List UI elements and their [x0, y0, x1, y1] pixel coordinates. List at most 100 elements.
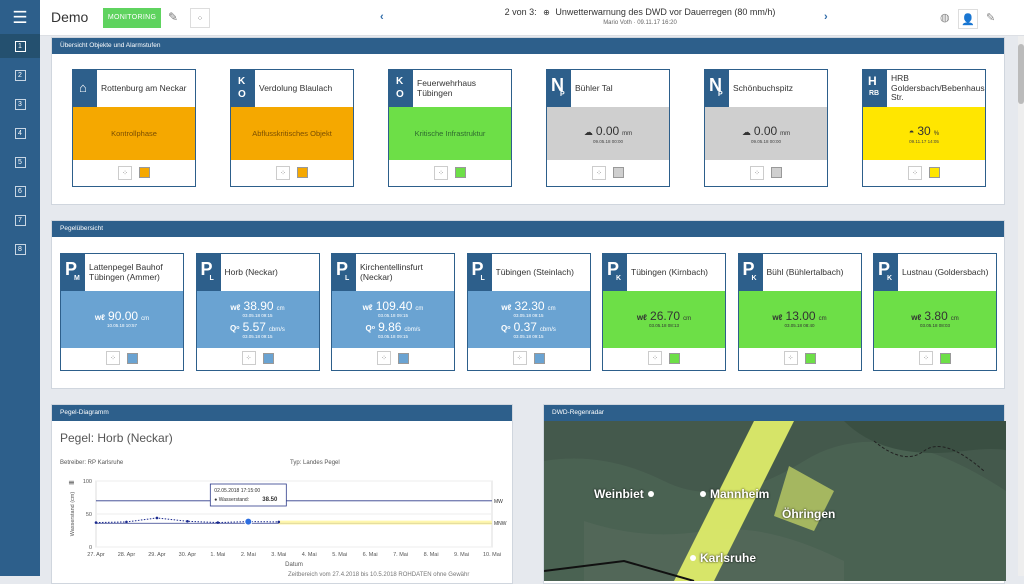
- notes-edit-icon[interactable]: ✎: [986, 11, 995, 24]
- scroll-thumb[interactable]: [1018, 44, 1024, 104]
- water-level-icon: wℓ: [636, 313, 648, 322]
- object-name: Feuerwehrhaus Tübingen: [417, 77, 477, 98]
- object-unit: mm: [622, 130, 633, 137]
- sidebar-item-4[interactable]: 4: [0, 121, 40, 145]
- x-tick-label: 1. Mai: [210, 552, 225, 558]
- gauge-card[interactable]: P K Tübingen (Kirnbach) wℓ 26.70 cm 03.05.18 0…: [602, 253, 726, 371]
- water-level-unit: cm: [818, 316, 827, 322]
- scrollbar[interactable]: [1018, 36, 1024, 576]
- water-level-chart[interactable]: 0 50 100 27. Apr 28. Apr 29. Apr 30. Apr 1. Mai…: [52, 469, 512, 579]
- card-footer: ⁘: [739, 346, 861, 370]
- data-point: [216, 521, 220, 524]
- data-point: [277, 520, 281, 524]
- alert-subtitle: Mario Voth · 09.11.17 16:20: [603, 20, 677, 26]
- sidebar-item-2[interactable]: 2: [0, 63, 40, 87]
- layers-icon[interactable]: ⁘: [106, 351, 120, 365]
- layers-icon[interactable]: ⁘: [434, 165, 448, 180]
- layers-icon[interactable]: ⁘: [512, 351, 527, 365]
- object-card[interactable]: K O Feuerwehrhaus Tübingen Kritische Infras…: [388, 69, 512, 187]
- layers-icon[interactable]: ⁘: [377, 351, 391, 365]
- gauge-type-badge: PK: [603, 254, 627, 291]
- menu-icon[interactable]: ☰: [0, 0, 40, 36]
- sidebar-item-5[interactable]: 5: [0, 150, 40, 174]
- card-footer: ⁘: [73, 159, 195, 186]
- globe-icon[interactable]: ◍: [940, 11, 950, 24]
- sidebar-item-3[interactable]: 3: [0, 92, 40, 116]
- object-card[interactable]: N P Schönbuchspitz ☁ 0.00 mm 09.05.18 00:00 ⁘: [704, 69, 828, 187]
- radar-map[interactable]: Weinbiet Mannheim Öhringen Karlsruhe: [544, 421, 1006, 581]
- previous-alert-icon[interactable]: ‹: [380, 11, 384, 23]
- water-level-icon: wℓ: [501, 302, 512, 312]
- gauge-name: Lustnau (Goldersbach): [902, 266, 989, 277]
- sidebar-item-6[interactable]: 6: [0, 179, 40, 203]
- layers-icon[interactable]: ⁘: [241, 351, 256, 365]
- city-name: Weinbiet: [594, 487, 644, 501]
- tooltip-date: 02.05.2018 17:15:00: [214, 488, 260, 494]
- layers-icon[interactable]: ⁘: [750, 165, 764, 180]
- discharge-unit: cbm/s: [268, 326, 285, 333]
- layers-icon[interactable]: ⁘: [276, 165, 290, 180]
- card-header: P M Lattenpegel Bauhof Tübingen (Ammer): [61, 254, 183, 291]
- gauge-card[interactable]: P L Kirchentellinsfurt (Neckar) wℓ 109.40 cm 0…: [331, 253, 455, 371]
- gauge-card[interactable]: P L Horb (Neckar) wℓ 38.90 cm 03.05.18 09:15 Qᵒ…: [195, 253, 320, 371]
- card-header: K O Verdolung Blaulach: [231, 70, 353, 107]
- monitoring-button[interactable]: MONITORING: [103, 8, 161, 28]
- next-alert-icon[interactable]: ›: [824, 11, 828, 23]
- layers-icon[interactable]: ⁘: [783, 351, 798, 365]
- gauge-card[interactable]: P L Tübingen (Steinlach) wℓ 32.30 cm 03.05.18 …: [466, 253, 591, 371]
- discharge-unit: cbm/s: [539, 326, 556, 333]
- card-footer: ⁘: [389, 159, 511, 186]
- discharge-value: 0.37: [513, 319, 537, 334]
- gauge-name: Tübingen (Kirnbach): [631, 266, 709, 277]
- diagram-panel: Pegel-Diagramm Pegel: Horb (Neckar) Betr…: [51, 404, 513, 584]
- object-name: Rottenburg am Neckar: [101, 82, 187, 93]
- card-header: N P Schönbuchspitz: [705, 70, 827, 107]
- tooltip-value: 38.50: [262, 497, 278, 503]
- gauge-value-area: wℓ 38.90 cm 03.05.18 09:15 Qᵒ 5.57 cbm/s 03.05.…: [196, 291, 319, 348]
- objects-panel-title: Übersicht Objekte und Alarmstufen: [52, 38, 1004, 54]
- city-label-oehringen: Öhringen: [782, 507, 835, 521]
- water-level-icon: wℓ: [772, 313, 783, 322]
- status-square: [613, 167, 624, 178]
- layers-icon[interactable]: ⁘: [919, 351, 933, 365]
- chart-menu-icon: ≡: [68, 478, 75, 487]
- gauge-card[interactable]: P K Lustnau (Goldersbach) wℓ 3.80 cm 03.05.18 …: [873, 253, 997, 371]
- object-value-area: ◓ 30% 09.11.17 14:05: [863, 107, 985, 160]
- object-card[interactable]: N P Bühler Tal ☁ 0.00 mm 09.05.18 00:00 ⁘: [546, 69, 670, 187]
- layers-icon[interactable]: ⁘: [118, 165, 132, 180]
- sidebar-item-8[interactable]: 8: [0, 237, 40, 261]
- layers-icon[interactable]: ⁘: [908, 165, 922, 180]
- gauge-card[interactable]: P M Lattenpegel Bauhof Tübingen (Ammer) wℓ 9…: [60, 253, 184, 371]
- object-value: 0.00: [595, 123, 620, 138]
- gauge-value-area: wℓ 3.80 cm 03.05.18 08:03: [874, 291, 996, 348]
- object-card[interactable]: K O Verdolung Blaulach Abflusskritisches Ob…: [230, 69, 354, 187]
- status-square: [139, 167, 150, 178]
- sidebar-item-7[interactable]: 7: [0, 208, 40, 232]
- x-tick-label: 28. Apr: [118, 552, 136, 558]
- diagram-operator: Betreiber: RP Karlsruhe: [60, 460, 124, 466]
- discharge-icon: Qᵒ: [501, 323, 511, 333]
- x-tick-label: 4. Mai: [302, 552, 317, 558]
- sidebar-item-label: 6: [14, 185, 26, 197]
- object-card[interactable]: ⌂ Rottenburg am Neckar Kontrollphase ⁘: [72, 69, 196, 187]
- y-tick-label: 0: [89, 545, 92, 551]
- sidebar-item-label: 1: [14, 40, 26, 52]
- layers-icon[interactable]: ⁘: [190, 8, 210, 28]
- sidebar-item-label: 5: [14, 156, 26, 168]
- object-date: 09.05.18 00:00: [592, 138, 624, 144]
- forecast-band: [278, 520, 492, 525]
- layers-icon[interactable]: ⁘: [592, 165, 606, 180]
- water-level-value: 32.30: [514, 298, 545, 313]
- gauge-card[interactable]: P K Bühl (Bühlertalbach) wℓ 13.00 cm 03.05.18 …: [737, 253, 862, 371]
- sidebar-item-label: 2: [14, 69, 26, 81]
- data-point: [125, 520, 128, 524]
- sidebar-item-1[interactable]: 1: [0, 34, 40, 58]
- status-square: [771, 167, 782, 178]
- sidebar-item-label: 7: [14, 214, 26, 226]
- discharge-date: 03.05.18 09:15: [513, 333, 544, 339]
- edit-pencil-icon[interactable]: ✎: [168, 10, 178, 24]
- object-card[interactable]: H RB HRB Goldersbach/Bebenhausen Str. ◓ 30% 0…: [862, 69, 986, 187]
- status-square: [929, 167, 940, 178]
- layers-icon[interactable]: ⁘: [648, 351, 662, 365]
- user-avatar-icon[interactable]: 👤: [958, 9, 978, 29]
